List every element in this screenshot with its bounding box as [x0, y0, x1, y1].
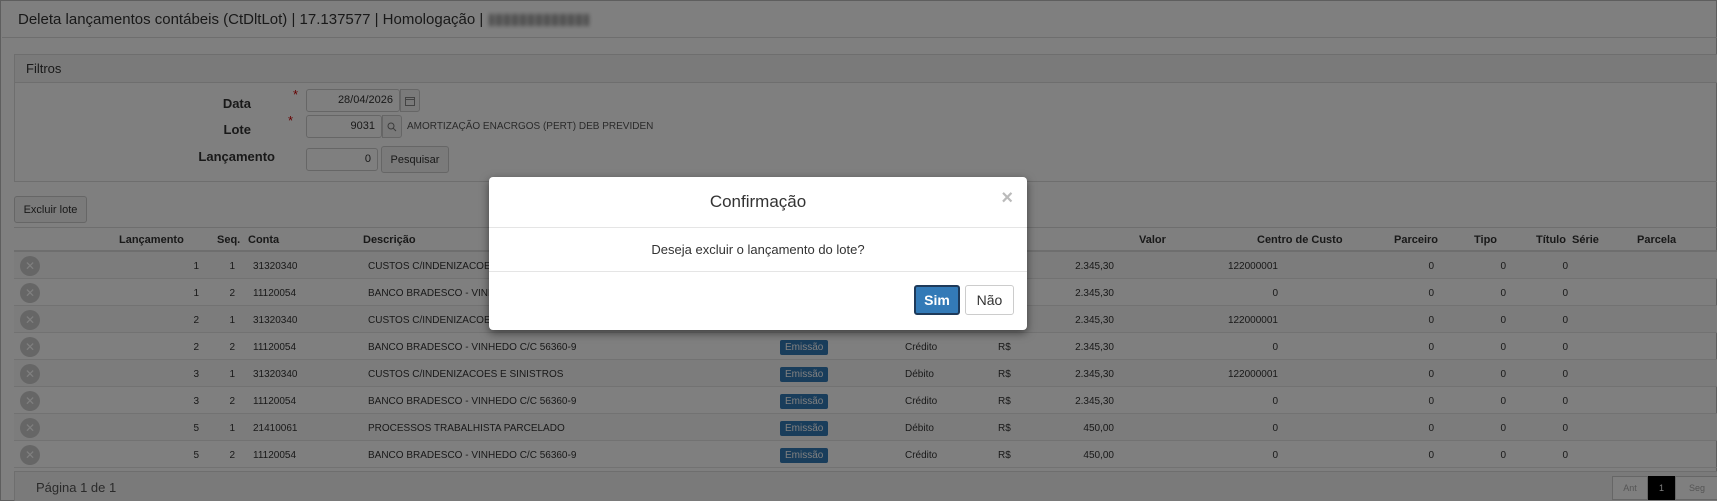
dialog-header: Confirmação × — [489, 177, 1027, 228]
dialog-title: Confirmação — [709, 192, 807, 211]
confirm-dialog: Confirmação × Deseja excluir o lançament… — [489, 177, 1027, 330]
confirm-yes-button[interactable]: Sim — [914, 285, 960, 315]
dialog-message: Deseja excluir o lançamento do lote? — [651, 242, 865, 257]
dialog-body: Deseja excluir o lançamento do lote? — [489, 228, 1027, 272]
close-icon[interactable]: × — [1001, 187, 1013, 210]
confirm-no-button[interactable]: Não — [965, 285, 1014, 315]
